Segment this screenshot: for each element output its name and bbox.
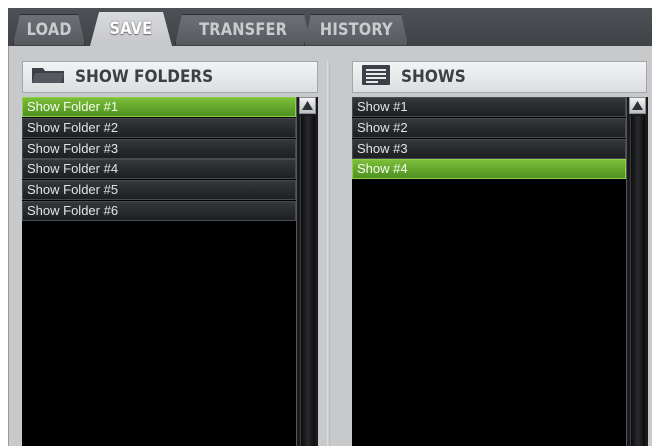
folder-icon [31,66,65,89]
tab-save[interactable]: SAVE [90,12,172,46]
show-item[interactable]: Show #3 [352,138,626,159]
tab-load-label: LOAD [26,20,72,40]
show-folder-item[interactable]: Show Folder #5 [22,180,296,201]
save-panel: SHOW FOLDERS SHOWS Show Folder #1 Show F… [8,46,652,446]
tab-transfer-label: TRANSFER [199,20,287,40]
shows-scrollbar[interactable] [626,97,648,446]
show-folder-item[interactable]: Show Folder #2 [22,117,296,138]
show-folders-scrollbar[interactable] [296,97,318,446]
scroll-track[interactable] [630,116,645,446]
panel-divider [327,61,330,446]
tab-transfer[interactable]: TRANSFER [175,14,311,45]
show-folder-item[interactable]: Show Folder #1 [22,97,296,117]
document-icon [361,64,391,91]
show-folder-item[interactable]: Show Folder #4 [22,159,296,180]
show-item[interactable]: Show #2 [352,117,626,138]
tab-save-label: SAVE [109,19,153,39]
show-item[interactable]: Show #4 [352,159,626,180]
shows-header: SHOWS [352,61,647,93]
show-folder-item[interactable]: Show Folder #3 [22,138,296,159]
show-folders-header: SHOW FOLDERS [22,61,318,93]
triangle-up-icon [302,101,313,110]
scroll-track[interactable] [300,116,315,446]
scroll-up-button[interactable] [629,97,646,114]
show-folders-title: SHOW FOLDERS [75,67,214,87]
tab-history[interactable]: HISTORY [304,14,408,45]
show-folder-item[interactable]: Show Folder #6 [22,200,296,221]
tab-history-label: HISTORY [319,20,393,40]
shows-list[interactable]: Show #1 Show #2 Show #3 Show #4 [352,97,626,446]
triangle-up-icon [632,101,643,110]
show-folders-list[interactable]: Show Folder #1 Show Folder #2 Show Folde… [22,97,296,446]
show-item[interactable]: Show #1 [352,97,626,117]
tab-load[interactable]: LOAD [13,14,85,45]
shows-title: SHOWS [401,67,466,87]
scroll-up-button[interactable] [299,97,316,114]
